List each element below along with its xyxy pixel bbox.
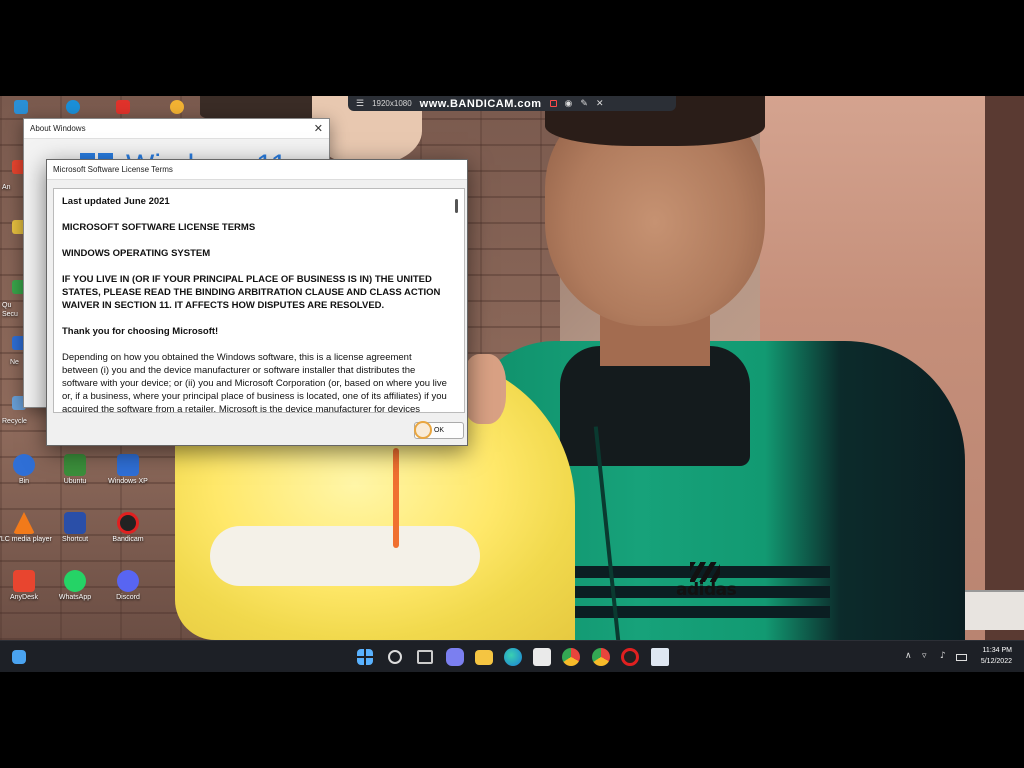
volume-icon[interactable]: ♪ (940, 651, 946, 661)
desktop-icon-whatsapp[interactable]: WhatsApp (45, 570, 105, 602)
desktop-icon-label: WhatsApp (58, 594, 92, 601)
desktop-screen: adidas An Qu Secu Ne Recycle Bin Ubuntu … (0, 96, 1024, 672)
mouse-cursor-highlight (414, 421, 432, 439)
vm-icon (117, 454, 139, 476)
license-notice: IF YOU LIVE IN (OR IF YOUR PRINCIPAL PLA… (62, 274, 441, 311)
desktop-icon-label: Discord (116, 594, 140, 601)
shortcut-icon (64, 512, 86, 534)
record-icon[interactable] (549, 100, 557, 107)
desktop-icon-discord[interactable]: Discord (98, 570, 158, 602)
desktop-icon-label: Windows XP (108, 478, 148, 485)
desktop-icon-label: Shortcut (61, 536, 89, 543)
task-view-icon[interactable] (417, 650, 433, 664)
bandicam-record-icon (117, 512, 139, 534)
bandicam-toolbar[interactable]: ☰ 1920x1080 www.BANDICAM.com ◉ ✎ ✕ (348, 96, 676, 111)
battery-icon[interactable] (956, 654, 967, 661)
license-titlebar[interactable]: Microsoft Software License Terms (47, 160, 467, 180)
menu-icon[interactable]: ☰ (356, 98, 364, 109)
wallpaper-pillar (985, 96, 1024, 640)
close-icon[interactable]: ✕ (314, 122, 323, 135)
desktop-icon-top-2[interactable] (66, 100, 80, 114)
adidas-text: adidas (676, 580, 737, 600)
edge-icon[interactable] (504, 648, 522, 666)
chat-icon[interactable] (446, 648, 464, 666)
desktop-icon-ubuntu[interactable]: Ubuntu (45, 454, 105, 486)
desktop-icon-label: Qu (2, 302, 12, 309)
desktop-icon-bandicam[interactable]: Bandicam (98, 512, 158, 544)
wallpaper-baby-hand (462, 354, 506, 424)
chevron-up-icon[interactable]: ∧ (905, 651, 912, 661)
desktop-icon-top-1[interactable] (14, 100, 28, 114)
file-explorer-icon[interactable] (475, 650, 493, 665)
about-windows-title: About Windows (30, 124, 86, 133)
license-body: Depending on how you obtained the Window… (62, 352, 447, 413)
desktop-icon-label: Ne (10, 359, 19, 366)
widgets-icon[interactable] (12, 650, 26, 664)
desktop-icon-windows-xp[interactable]: Windows XP (98, 454, 158, 486)
camera-icon[interactable]: ◉ (565, 98, 573, 109)
taskbar-clock[interactable]: 11:34 PM 5/12/2022 (981, 645, 1012, 667)
license-scrollbar-thumb[interactable] (455, 199, 458, 213)
wallpaper-baby-collar (210, 526, 480, 586)
desktop-icon-shortcut[interactable]: Shortcut (45, 512, 105, 544)
desktop-icon-top-4[interactable] (170, 100, 184, 114)
wallpaper-baby-zip (393, 448, 399, 548)
bandicam-resolution: 1920x1080 (372, 99, 412, 108)
store-icon[interactable] (533, 648, 551, 666)
vlc-cone-icon (13, 512, 35, 534)
license-updated: Last updated June 2021 (62, 196, 170, 207)
bandicam-brand: www.BANDICAM.com (419, 97, 542, 110)
whatsapp-icon (64, 570, 86, 592)
chrome-alt-icon[interactable] (592, 648, 610, 666)
taskbar: ∧ ▿ ♪ 11:34 PM 5/12/2022 (0, 640, 1024, 672)
edge-app-icon (13, 454, 35, 476)
bandicam-icon[interactable] (621, 648, 639, 666)
clock-time: 11:34 PM (982, 647, 1012, 654)
desktop-icon-label: Recycle (2, 418, 27, 425)
license-thanks: Thank you for choosing Microsoft! (62, 326, 219, 337)
desktop-icon-top-3[interactable] (116, 100, 130, 114)
vm-icon (64, 454, 86, 476)
license-subheading: WINDOWS OPERATING SYSTEM (62, 248, 211, 259)
license-terms-dialog: Microsoft Software License Terms Last up… (46, 159, 468, 446)
pencil-icon[interactable]: ✎ (580, 98, 588, 109)
adidas-logo-icon (690, 562, 720, 582)
discord-icon (117, 570, 139, 592)
clock-date: 5/12/2022 (980, 658, 1012, 665)
search-icon[interactable] (388, 650, 402, 664)
anydesk-icon (13, 570, 35, 592)
start-icon[interactable] (357, 649, 373, 665)
chrome-icon[interactable] (562, 648, 580, 666)
wifi-icon[interactable]: ▿ (922, 651, 927, 661)
close-icon[interactable]: ✕ (596, 98, 604, 109)
license-text-area[interactable]: Last updated June 2021 MICROSOFT SOFTWAR… (53, 188, 465, 413)
desktop-icon-label: Ubuntu (63, 478, 87, 485)
desktop-icon-label: Secu (2, 311, 18, 318)
wallpaper-rail (960, 590, 1024, 630)
desktop-icon-label: An (2, 184, 11, 191)
about-windows-icon[interactable] (651, 648, 669, 666)
about-windows-titlebar[interactable]: About Windows ✕ (24, 119, 329, 139)
license-title: Microsoft Software License Terms (53, 165, 173, 174)
license-heading: MICROSOFT SOFTWARE LICENSE TERMS (62, 222, 256, 233)
desktop-icon-label: Bandicam (112, 536, 144, 543)
